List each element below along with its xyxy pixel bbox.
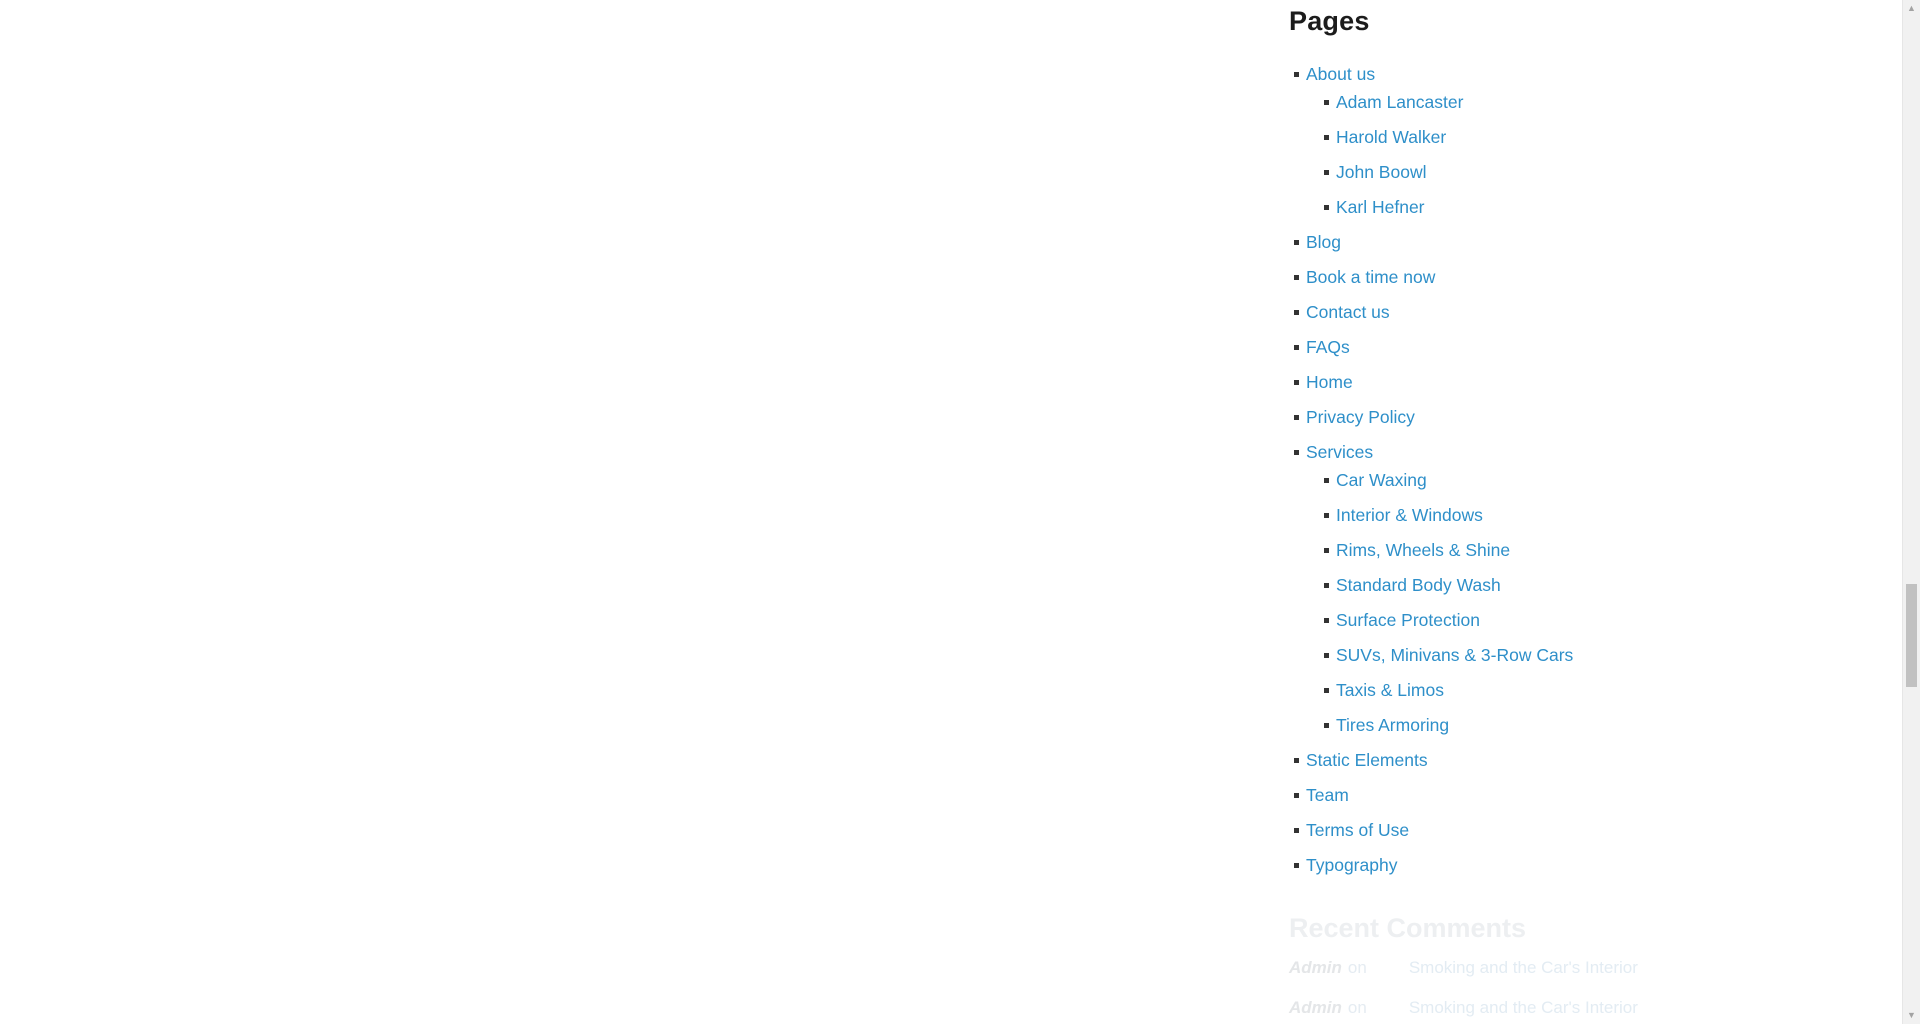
page-item-team: Team — [1289, 778, 1649, 813]
page-link-about-us[interactable]: About us — [1306, 64, 1375, 84]
recent-comments-widget: Recent Comments Admin on Smoking and the C… — [1289, 908, 1649, 1024]
page-link-adam-lancaster[interactable]: Adam Lancaster — [1336, 92, 1463, 112]
comment-author[interactable]: Admin — [1289, 958, 1342, 977]
page-link-team[interactable]: Team — [1306, 785, 1349, 805]
page-link-rims-wheels-shine[interactable]: Rims, Wheels & Shine — [1336, 540, 1510, 560]
page-link-terms-of-use[interactable]: Terms of Use — [1306, 820, 1409, 840]
recent-comments-title: Recent Comments — [1289, 913, 1527, 943]
services-submenu: Car Waxing Interior & Windows Rims, Whee… — [1306, 463, 1649, 743]
page-link-blog[interactable]: Blog — [1306, 232, 1341, 252]
page-item-contact-us: Contact us — [1289, 295, 1649, 330]
comment-author[interactable]: Admin — [1289, 998, 1342, 1017]
page-item-car-waxing: Car Waxing — [1319, 463, 1649, 498]
page-item-about-us: About us Adam Lancaster Harold Walker Jo… — [1289, 57, 1649, 225]
page-link-suvs-minivans[interactable]: SUVs, Minivans & 3-Row Cars — [1336, 645, 1573, 665]
page-item-standard-body-wash: Standard Body Wash — [1319, 568, 1649, 603]
page-item-karl-hefner: Karl Hefner — [1319, 190, 1649, 225]
page-item-faqs: FAQs — [1289, 330, 1649, 365]
comment-post-link[interactable]: Smoking and the Car's Interior — [1409, 998, 1638, 1017]
comment-on-text: on — [1347, 958, 1367, 977]
vertical-scrollbar[interactable]: ▲ ▼ — [1902, 0, 1920, 1024]
page-link-karl-hefner[interactable]: Karl Hefner — [1336, 197, 1425, 217]
page-item-interior-windows: Interior & Windows — [1319, 498, 1649, 533]
page-link-contact-us[interactable]: Contact us — [1306, 302, 1390, 322]
page-link-standard-body-wash[interactable]: Standard Body Wash — [1336, 575, 1501, 595]
page-item-blog: Blog — [1289, 225, 1649, 260]
page-item-rims-wheels-shine: Rims, Wheels & Shine — [1319, 533, 1649, 568]
page-item-services: Services Car Waxing Interior & Windows R… — [1289, 435, 1649, 743]
comment-post-link[interactable]: Smoking and the Car's Interior — [1409, 958, 1638, 977]
page-item-book-a-time-now: Book a time now — [1289, 260, 1649, 295]
sidebar: Pages About us Adam Lancaster Harold Wal… — [1289, 0, 1649, 883]
page-link-interior-windows[interactable]: Interior & Windows — [1336, 505, 1483, 525]
comment-on-text: on — [1347, 998, 1367, 1017]
page-link-privacy-policy[interactable]: Privacy Policy — [1306, 407, 1415, 427]
page-link-taxis-limos[interactable]: Taxis & Limos — [1336, 680, 1444, 700]
scrollbar-thumb[interactable] — [1906, 584, 1917, 687]
page-item-terms-of-use: Terms of Use — [1289, 813, 1649, 848]
page-item-suvs-minivans: SUVs, Minivans & 3-Row Cars — [1319, 638, 1649, 673]
page-item-taxis-limos: Taxis & Limos — [1319, 673, 1649, 708]
page-item-home: Home — [1289, 365, 1649, 400]
page-item-surface-protection: Surface Protection — [1319, 603, 1649, 638]
page-item-tires-armoring: Tires Armoring — [1319, 708, 1649, 743]
page-item-typography: Typography — [1289, 848, 1649, 883]
page-item-privacy-policy: Privacy Policy — [1289, 400, 1649, 435]
scroll-up-icon[interactable]: ▲ — [1903, 0, 1920, 17]
page-item-static-elements: Static Elements — [1289, 743, 1649, 778]
page-link-static-elements[interactable]: Static Elements — [1306, 750, 1428, 770]
pages-list: About us Adam Lancaster Harold Walker Jo… — [1289, 57, 1649, 883]
page-link-typography[interactable]: Typography — [1306, 855, 1397, 875]
recent-comment-item: Admin on Smoking and the Car's Interior — [1289, 988, 1649, 1024]
page-link-surface-protection[interactable]: Surface Protection — [1336, 610, 1480, 630]
recent-comment-item: Admin on Smoking and the Car's Interior — [1289, 948, 1649, 988]
page-link-car-waxing[interactable]: Car Waxing — [1336, 470, 1427, 490]
page-link-john-boowl[interactable]: John Boowl — [1336, 162, 1426, 182]
page-item-adam-lancaster: Adam Lancaster — [1319, 85, 1649, 120]
page: Pages About us Adam Lancaster Harold Wal… — [0, 0, 1920, 1024]
page-link-tires-armoring[interactable]: Tires Armoring — [1336, 715, 1449, 735]
scroll-down-icon[interactable]: ▼ — [1903, 1007, 1920, 1024]
page-link-harold-walker[interactable]: Harold Walker — [1336, 127, 1446, 147]
page-item-john-boowl: John Boowl — [1319, 155, 1649, 190]
page-item-harold-walker: Harold Walker — [1319, 120, 1649, 155]
pages-widget-title: Pages — [1289, 6, 1370, 36]
about-us-submenu: Adam Lancaster Harold Walker John Boowl … — [1306, 85, 1649, 225]
page-link-faqs[interactable]: FAQs — [1306, 337, 1350, 357]
page-link-home[interactable]: Home — [1306, 372, 1353, 392]
page-link-services[interactable]: Services — [1306, 442, 1373, 462]
page-link-book-a-time-now[interactable]: Book a time now — [1306, 267, 1435, 287]
